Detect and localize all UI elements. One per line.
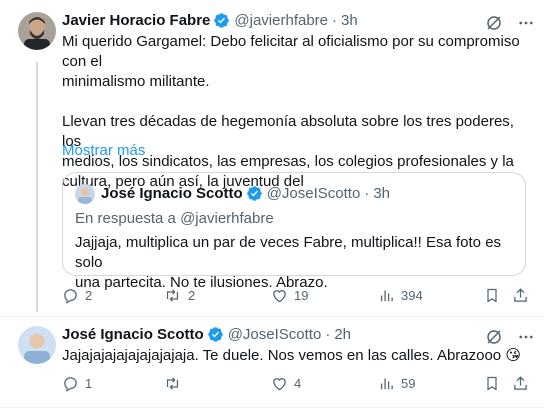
bookmark-icon (487, 288, 497, 303)
tweet1-top-actions (485, 14, 535, 32)
tweet1-action-bar: 2 2 19 394 (0, 287, 544, 307)
author-handle[interactable]: @javierhfabre (234, 12, 328, 29)
reply-count: 1 (85, 376, 93, 391)
bookmark-button[interactable] (484, 287, 500, 304)
views-count: 59 (401, 376, 416, 391)
quoted-text: Jajjaja, multiplica un par de veces Fabr… (75, 233, 515, 293)
timestamp[interactable]: 3h (341, 12, 358, 29)
show-more-link[interactable]: Mostrar más (62, 142, 145, 159)
bookmark-icon (487, 376, 497, 391)
bottom-divider (0, 407, 544, 408)
tweet-text-line: minimalismo militante. (62, 73, 210, 90)
verified-badge-icon (246, 186, 262, 201)
verified-badge-icon (214, 13, 230, 28)
author-handle[interactable]: @JoseIScotto (228, 326, 322, 343)
like-button[interactable]: 19 (271, 287, 308, 304)
avatar-javier[interactable] (18, 12, 56, 50)
views-count: 394 (401, 288, 423, 303)
separator-dot: · (325, 326, 331, 343)
like-button[interactable]: 4 (271, 375, 301, 392)
avatar-jose[interactable] (18, 326, 56, 364)
reply-mention: @javierhfabre (180, 210, 274, 227)
reply-icon (64, 289, 77, 304)
like-count: 4 (294, 376, 302, 391)
share-icon (514, 288, 527, 302)
share-button[interactable] (512, 287, 529, 304)
tweet-text-line: Mi querido Gargamel: Debo felicitar al o… (62, 33, 520, 70)
tweet2-text: Jajajajajajajajajajaja. Te duele. Nos ve… (62, 347, 521, 364)
grok-icon[interactable] (485, 14, 503, 32)
reply-icon (64, 377, 77, 392)
retweet-icon (166, 289, 179, 302)
views-icon (380, 290, 393, 302)
avatar-jose-small (75, 184, 95, 204)
quoted-header: José Ignacio Scotto @JoseIScotto · 3h (101, 185, 390, 202)
retweet-count: 2 (188, 288, 196, 303)
grok-icon[interactable] (485, 328, 503, 346)
reply-prefix: En respuesta a (75, 210, 176, 227)
retweet-button[interactable] (163, 375, 188, 392)
more-icon[interactable] (517, 328, 535, 346)
separator-dot: · (332, 12, 338, 29)
like-icon (273, 290, 286, 303)
quoted-timestamp: 3h (373, 185, 390, 202)
share-icon (514, 376, 527, 390)
author-name[interactable]: José Ignacio Scotto (62, 326, 204, 343)
retweet-button[interactable]: 2 (163, 287, 195, 304)
thread-connector-line (36, 62, 38, 312)
tweet2-header: José Ignacio Scotto @JoseIScotto · 2h (62, 326, 351, 343)
verified-badge-icon (207, 327, 223, 342)
author-name[interactable]: Javier Horacio Fabre (62, 12, 210, 29)
like-count: 19 (294, 288, 309, 303)
timestamp[interactable]: 2h (334, 326, 351, 343)
more-icon[interactable] (517, 14, 535, 32)
views-button[interactable]: 394 (378, 287, 423, 304)
quoted-author-name: José Ignacio Scotto (101, 185, 243, 202)
quoted-author-handle: @JoseIScotto (266, 185, 361, 202)
reply-count: 2 (85, 288, 93, 303)
tweet1-header: Javier Horacio Fabre @javierhfabre · 3h (62, 12, 358, 29)
reply-context: En respuesta a @javierhfabre (75, 210, 274, 227)
views-icon (380, 378, 393, 390)
quoted-tweet[interactable]: José Ignacio Scotto @JoseIScotto · 3h En… (62, 172, 526, 291)
tweet-divider (0, 316, 544, 317)
tweet1-text: Mi querido Gargamel: Debo felicitar al o… (62, 32, 532, 192)
reply-button[interactable]: 1 (62, 375, 92, 392)
bookmark-button[interactable] (484, 375, 500, 392)
share-button[interactable] (512, 375, 529, 392)
tweet2-top-actions (485, 328, 535, 346)
reply-button[interactable]: 2 (62, 287, 92, 304)
tweet2-action-bar: 1 4 59 (0, 375, 544, 395)
quoted-text-line: Jajjaja, multiplica un par de veces Fabr… (75, 234, 502, 271)
separator-dot: · (364, 185, 370, 202)
retweet-icon (166, 377, 179, 390)
views-button[interactable]: 59 (378, 375, 415, 392)
like-icon (273, 378, 286, 391)
